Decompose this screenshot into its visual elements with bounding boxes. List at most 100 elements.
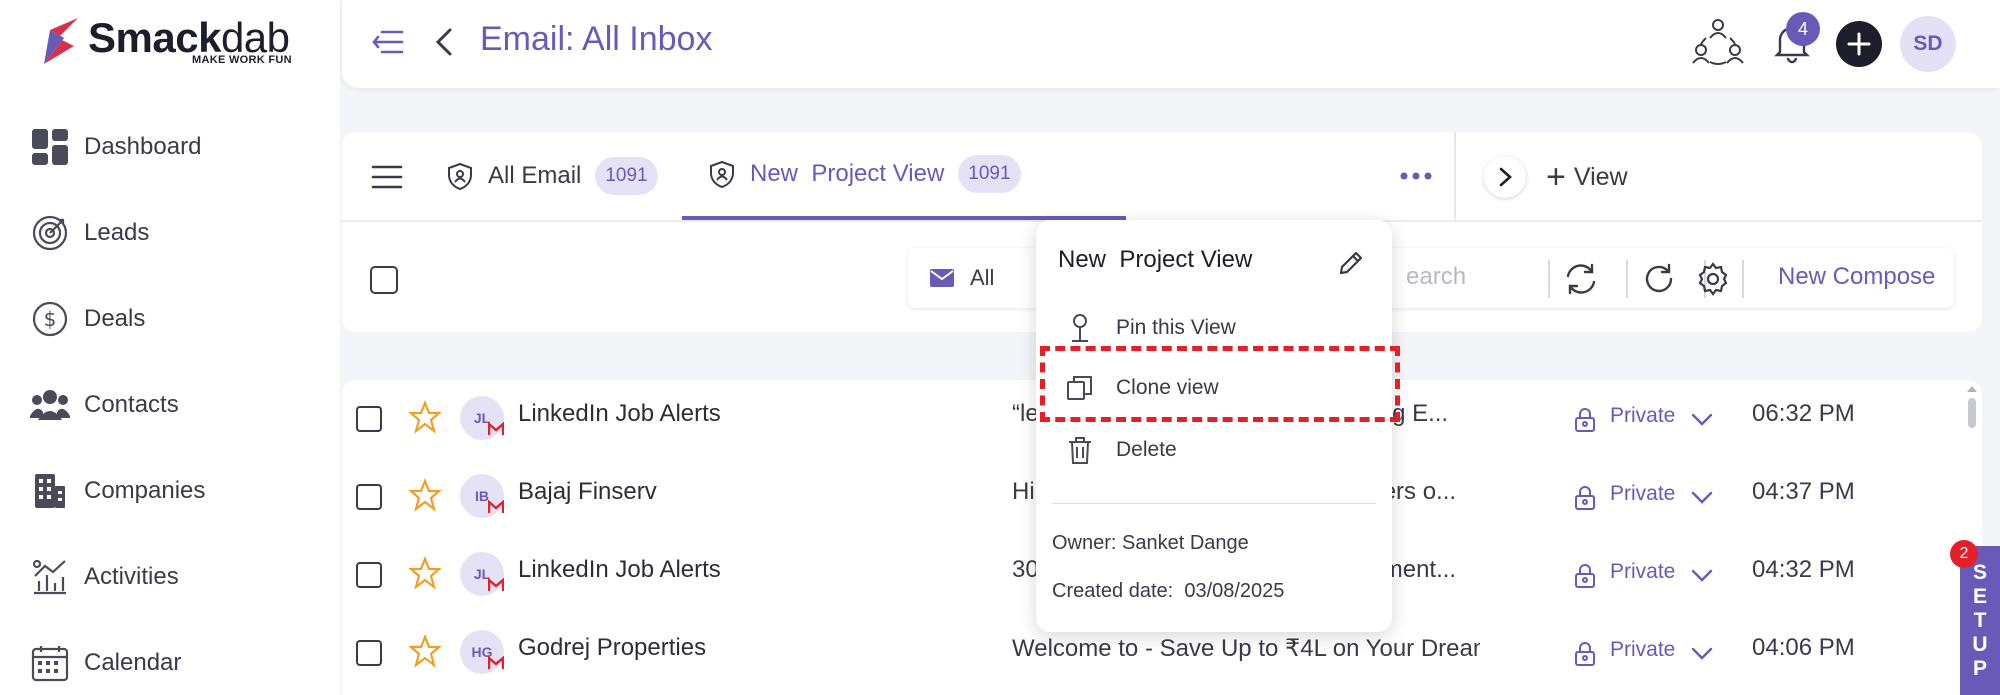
sidebar-item-activities[interactable]: Activities: [30, 552, 320, 602]
visibility-select[interactable]: Private: [1610, 482, 1675, 506]
email-subject: Welcome to - Save Up to ₹4L on Your Drea…: [1012, 635, 1480, 662]
new-compose-button[interactable]: New Compose: [1778, 263, 1935, 291]
sidebar-item-dashboard[interactable]: Dashboard: [30, 122, 320, 172]
gmail-icon: [488, 422, 504, 435]
user-avatar[interactable]: SD: [1900, 16, 1956, 72]
toolbar-divider: [1548, 260, 1550, 298]
toolbar-actions: earch New Compose: [1378, 248, 1954, 308]
lock-icon: [1575, 408, 1595, 432]
sidebar-item-label: Calendar: [84, 649, 182, 676]
back-chevron-icon[interactable]: [428, 22, 458, 62]
visibility-select[interactable]: Private: [1610, 560, 1675, 584]
building-icon: [30, 471, 70, 511]
mailbox-filter-select[interactable]: All: [908, 248, 1048, 308]
sidebar-item-label: Deals: [84, 305, 146, 332]
more-options-icon[interactable]: [1398, 164, 1434, 188]
logo-mark-icon: [44, 18, 78, 64]
lock-icon: [1575, 564, 1595, 588]
row-checkbox[interactable]: [356, 640, 382, 666]
top-header: Email: All Inbox 4 SD: [342, 0, 2000, 88]
row-checkbox[interactable]: [356, 562, 382, 588]
tab-new-project-view[interactable]: New Project View 1091: [682, 132, 1126, 220]
setup-label: SETUP: [1968, 560, 1992, 681]
sidebar-item-label: Contacts: [84, 391, 179, 418]
tab-divider: [1454, 132, 1456, 220]
lock-icon: [1575, 642, 1595, 666]
chevron-down-icon[interactable]: [1690, 644, 1714, 662]
sender-name: LinkedIn Job Alerts: [518, 400, 721, 427]
star-icon[interactable]: [408, 478, 442, 512]
setup-count-badge: 2: [1950, 540, 1978, 568]
scrollbar-thumb[interactable]: [1968, 398, 1976, 428]
chevron-down-icon[interactable]: [1690, 410, 1714, 428]
shield-user-icon: [448, 162, 472, 190]
dashboard-grid-icon: [30, 127, 70, 167]
filter-label: All: [970, 265, 995, 290]
star-icon[interactable]: [408, 634, 442, 668]
email-time: 04:32 PM: [1752, 556, 1855, 583]
scroll-up-icon[interactable]: [1966, 384, 1978, 394]
people-icon: [30, 385, 70, 425]
email-time: 04:06 PM: [1752, 634, 1855, 661]
chevron-right-icon: [1499, 167, 1512, 187]
sidebar-item-calendar[interactable]: Calendar: [30, 638, 320, 688]
settings-gear-icon[interactable]: [1696, 262, 1730, 296]
chevron-down-icon[interactable]: [1690, 566, 1714, 584]
sender-name: Bajaj Finserv: [518, 478, 657, 505]
clone-view-highlight-box: [1040, 346, 1400, 422]
sidebar-item-companies[interactable]: Companies: [30, 466, 320, 516]
tab-all-email[interactable]: All Email 1091: [446, 132, 658, 220]
hamburger-menu-icon[interactable]: [370, 160, 404, 194]
add-view-button[interactable]: + View: [1546, 156, 1628, 198]
star-icon[interactable]: [408, 400, 442, 434]
tab-count-badge: 1091: [958, 155, 1021, 193]
search-input[interactable]: earch: [1406, 263, 1466, 291]
trash-icon: [1069, 437, 1091, 464]
sidebar-item-label: Leads: [84, 219, 150, 246]
sidebar-item-label: Dashboard: [84, 133, 202, 160]
create-plus-button[interactable]: [1836, 21, 1882, 67]
visibility-select[interactable]: Private: [1610, 404, 1675, 428]
lock-icon: [1575, 486, 1595, 510]
svg-text:$: $: [44, 307, 57, 331]
logo-tagline: MAKE WORK FUN: [192, 54, 292, 66]
setup-side-tab[interactable]: SETUP: [1960, 546, 2000, 695]
collapse-menu-icon[interactable]: [370, 24, 406, 60]
team-network-icon[interactable]: [1692, 16, 1744, 68]
pin-view-menu-item[interactable]: Pin this View: [1066, 306, 1366, 350]
sidebar-item-label: Activities: [84, 563, 179, 590]
row-checkbox[interactable]: [356, 484, 382, 510]
sidebar-item-contacts[interactable]: Contacts: [30, 380, 320, 430]
notification-count-badge: 4: [1786, 12, 1820, 46]
plus-icon: +: [1546, 158, 1566, 196]
row-checkbox[interactable]: [356, 406, 382, 432]
logo[interactable]: Smackdab MAKE WORK FUN: [38, 14, 298, 70]
dropdown-title: New Project View: [1058, 246, 1253, 273]
sync-icon[interactable]: [1564, 262, 1598, 296]
activity-chart-icon: [30, 557, 70, 597]
tab-label: New Project View: [750, 160, 945, 187]
sidebar-item-leads[interactable]: Leads: [30, 208, 320, 258]
target-icon: [30, 213, 70, 253]
add-view-label: View: [1573, 162, 1628, 191]
pencil-edit-icon[interactable]: [1336, 248, 1366, 278]
calendar-icon: [30, 643, 70, 683]
gmail-icon: [488, 578, 504, 591]
created-date-info: Created date: 03/08/2025: [1052, 580, 1285, 602]
visibility-select[interactable]: Private: [1610, 638, 1675, 662]
scroll-tabs-right-button[interactable]: [1484, 156, 1526, 198]
sidebar-item-deals[interactable]: $ Deals: [30, 294, 320, 344]
gmail-icon: [488, 500, 504, 513]
dollar-coin-icon: $: [30, 299, 70, 339]
star-icon[interactable]: [408, 556, 442, 590]
email-time: 06:32 PM: [1752, 400, 1855, 427]
menu-item-label: Pin this View: [1116, 316, 1236, 339]
tab-label: All Email: [488, 162, 582, 189]
page-title: Email: All Inbox: [480, 20, 713, 58]
sender-name: Godrej Properties: [518, 634, 707, 661]
refresh-icon[interactable]: [1642, 262, 1676, 296]
chevron-down-icon[interactable]: [1690, 488, 1714, 506]
sender-name: LinkedIn Job Alerts: [518, 556, 721, 583]
delete-view-menu-item[interactable]: Delete: [1066, 428, 1366, 472]
select-all-checkbox[interactable]: [370, 266, 398, 294]
